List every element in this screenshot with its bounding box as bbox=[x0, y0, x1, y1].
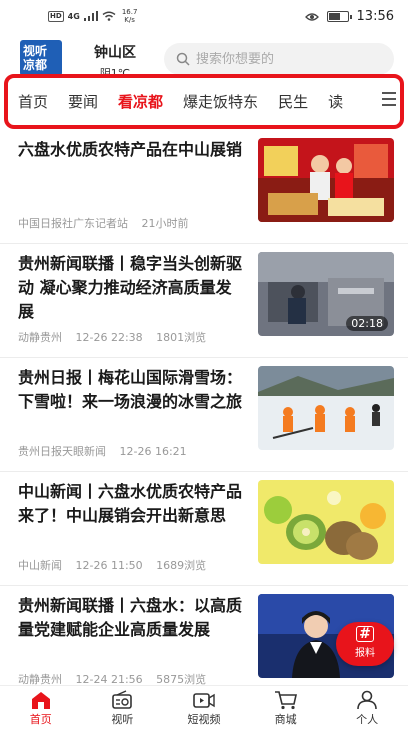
home-icon bbox=[31, 692, 50, 709]
status-bar: HD 4G 16.7 K/s 13:56 bbox=[0, 0, 408, 34]
video-icon bbox=[193, 693, 215, 708]
city-name: 钟山区 bbox=[94, 45, 136, 61]
eye-icon bbox=[304, 12, 319, 21]
logo-line2: 凉都 bbox=[23, 58, 48, 72]
news-title: 贵州新闻联播丨六盘水：以高质量党建赋能企业高质量发展 bbox=[18, 596, 243, 639]
nav-label: 个人 bbox=[356, 713, 379, 726]
search-input[interactable] bbox=[196, 51, 376, 67]
radio-icon bbox=[112, 690, 133, 709]
news-meta: 中国日报社广东记者站 21小时前 bbox=[18, 215, 199, 231]
news-views: 1689浏览 bbox=[156, 559, 207, 572]
video-duration: 02:18 bbox=[346, 316, 388, 331]
tab-liangdu[interactable]: 看凉都 bbox=[118, 91, 163, 112]
news-thumbnail bbox=[258, 480, 394, 564]
nav-mall[interactable]: 商城 bbox=[245, 686, 327, 731]
battery-icon bbox=[326, 11, 352, 22]
nav-label: 视听 bbox=[111, 713, 134, 726]
news-title: 六盘水优质农特产品在中山展销 bbox=[18, 140, 243, 159]
tab-news[interactable]: 要闻 bbox=[68, 91, 98, 112]
news-thumbnail bbox=[258, 366, 394, 450]
nav-label: 首页 bbox=[29, 713, 52, 726]
news-item[interactable]: 中山新闻丨六盘水优质农特产品来了！中山展销会开出新意思 中山新闻 12-26 1… bbox=[0, 472, 408, 586]
news-time: 12-26 16:21 bbox=[119, 445, 187, 458]
news-thumbnail bbox=[258, 138, 394, 222]
news-title: 贵州新闻联播丨稳字当头创新驱动 凝心聚力推动经济高质量发展 bbox=[18, 254, 243, 321]
signal-label: 4G bbox=[67, 11, 80, 21]
news-source: 贵州日报天眼新闻 bbox=[18, 445, 106, 458]
news-time: 12-26 22:38 bbox=[75, 331, 143, 344]
news-title: 贵州日报丨梅花山国际滑雪场：下雪啦！来一场浪漫的冰雪之旅 bbox=[18, 368, 243, 411]
status-left: HD 4G 16.7 K/s bbox=[48, 8, 137, 24]
channel-menu-icon[interactable] bbox=[382, 92, 396, 108]
channel-tabs-highlight: 首页 要闻 看凉都 爆走饭特东 民生 读 bbox=[4, 74, 404, 129]
search-icon bbox=[176, 52, 190, 66]
channel-tabs: 首页 要闻 看凉都 爆走饭特东 民生 读 bbox=[18, 78, 363, 125]
clock: 13:56 bbox=[356, 9, 394, 24]
nav-home[interactable]: 首页 bbox=[0, 686, 82, 731]
news-title: 中山新闻丨六盘水优质农特产品来了！中山展销会开出新意思 bbox=[18, 482, 243, 525]
news-item[interactable]: 六盘水优质农特产品在中山展销 中国日报社广东记者站 21小时前 bbox=[0, 130, 408, 244]
news-feed: 六盘水优质农特产品在中山展销 中国日报社广东记者站 21小时前 贵州新闻联播丨稳… bbox=[0, 130, 408, 700]
speed-unit: K/s bbox=[124, 16, 135, 24]
hash-icon: # bbox=[356, 626, 374, 642]
news-source: 中山新闻 bbox=[18, 559, 62, 572]
news-item[interactable]: 贵州日报丨梅花山国际滑雪场：下雪啦！来一场浪漫的冰雪之旅 贵州日报天眼新闻 12… bbox=[0, 358, 408, 472]
nav-label: 短视频 bbox=[187, 713, 221, 726]
news-source: 中国日报社广东记者站 bbox=[18, 217, 128, 230]
status-right: 13:56 bbox=[304, 9, 394, 24]
news-source: 动静贵州 bbox=[18, 331, 62, 344]
news-time: 21小时前 bbox=[141, 217, 189, 230]
tab-food[interactable]: 爆走饭特东 bbox=[183, 91, 258, 112]
news-thumbnail: 02:18 bbox=[258, 252, 394, 336]
signal-icon bbox=[83, 11, 98, 21]
tab-home[interactable]: 首页 bbox=[18, 91, 48, 112]
hd-badge: HD bbox=[48, 10, 64, 22]
cart-icon bbox=[274, 691, 297, 710]
nav-label: 商城 bbox=[274, 713, 297, 726]
nav-profile[interactable]: 个人 bbox=[326, 686, 408, 731]
report-label: 报料 bbox=[355, 648, 375, 659]
tab-read[interactable]: 读 bbox=[328, 91, 343, 112]
network-speed: 16.7 K/s bbox=[122, 8, 138, 24]
report-button[interactable]: # 报料 bbox=[336, 622, 394, 666]
news-item[interactable]: 贵州新闻联播丨稳字当头创新驱动 凝心聚力推动经济高质量发展 动静贵州 12-26… bbox=[0, 244, 408, 358]
bottom-nav: 首页 视听 短视频 商城 个人 bbox=[0, 685, 408, 731]
news-meta: 贵州日报天眼新闻 12-26 16:21 bbox=[18, 443, 197, 459]
person-icon bbox=[357, 690, 377, 710]
nav-short-video[interactable]: 短视频 bbox=[163, 686, 245, 731]
news-meta: 动静贵州 12-26 22:38 1801浏览 bbox=[18, 329, 216, 345]
header: 视听 凉都 钟山区 阴1℃ bbox=[0, 34, 408, 80]
wifi-icon bbox=[102, 11, 116, 21]
news-meta: 中山新闻 12-26 11:50 1689浏览 bbox=[18, 557, 216, 573]
speed-value: 16.7 bbox=[121, 8, 138, 16]
app-logo[interactable]: 视听 凉都 bbox=[20, 40, 62, 76]
search-bar[interactable] bbox=[164, 43, 394, 75]
logo-line1: 视听 bbox=[23, 44, 48, 58]
tab-livelihood[interactable]: 民生 bbox=[278, 91, 308, 112]
news-views: 1801浏览 bbox=[156, 331, 207, 344]
news-time: 12-26 11:50 bbox=[75, 559, 143, 572]
nav-audio-video[interactable]: 视听 bbox=[82, 686, 164, 731]
